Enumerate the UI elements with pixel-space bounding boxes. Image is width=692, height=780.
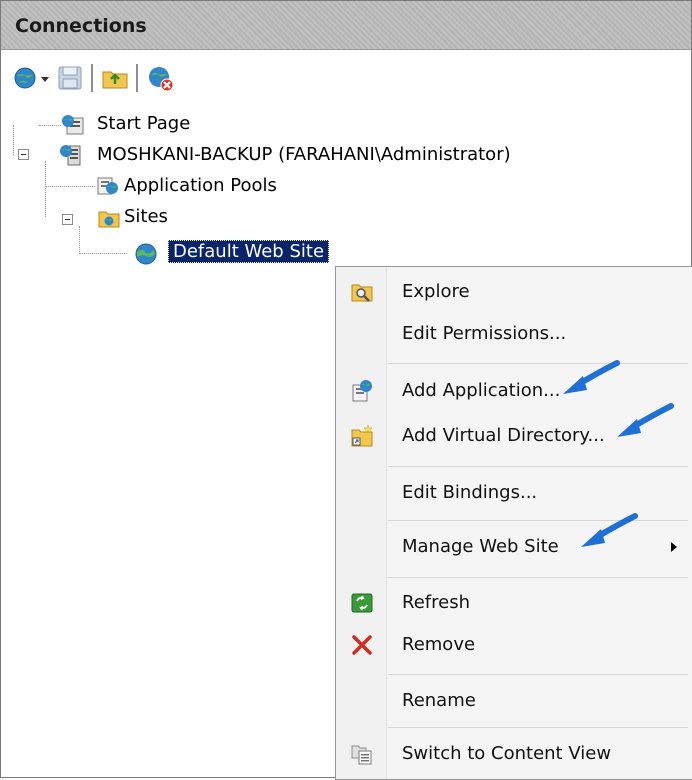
menu-separator xyxy=(388,727,688,728)
menu-item-remove[interactable]: Remove xyxy=(336,624,692,666)
menu-label: Explore xyxy=(402,281,470,302)
menu-label: Add Virtual Directory... xyxy=(402,425,605,446)
menu-separator xyxy=(388,363,688,364)
menu-label: Edit Bindings... xyxy=(402,482,538,503)
server-icon xyxy=(60,145,81,166)
add-application-icon xyxy=(352,380,372,402)
menu-separator xyxy=(388,466,688,467)
collapse-toggle[interactable] xyxy=(62,214,73,225)
sites-folder-icon xyxy=(98,211,120,228)
menu-item-rename[interactable]: Rename xyxy=(336,680,692,722)
connect-globe-icon[interactable] xyxy=(13,64,41,92)
tree-node-start-page[interactable]: Start Page xyxy=(97,113,190,134)
menu-item-refresh[interactable]: Refresh xyxy=(336,582,692,624)
connections-toolbar xyxy=(1,50,691,102)
save-icon[interactable] xyxy=(56,64,84,92)
tree-connector xyxy=(13,125,15,155)
content-view-icon xyxy=(351,745,372,765)
menu-item-explore[interactable]: Explore xyxy=(336,271,692,313)
tree-node-sites[interactable]: Sites xyxy=(124,206,168,227)
connections-tree: Start Page MOSHKANI-BACKUP (FARAHANI\Adm… xyxy=(1,101,691,271)
tree-connector xyxy=(79,253,127,254)
globe-icon xyxy=(135,243,157,265)
menu-item-switch-to-content-view[interactable]: Switch to Content View xyxy=(336,733,692,775)
tree-node-default-web-site[interactable]: Default Web Site xyxy=(168,240,330,263)
disconnect-icon[interactable] xyxy=(147,64,175,92)
menu-separator xyxy=(388,674,688,675)
start-page-icon xyxy=(62,115,84,135)
refresh-icon xyxy=(351,593,373,613)
menu-item-edit-bindings[interactable]: Edit Bindings... xyxy=(336,472,692,514)
application-pools-icon xyxy=(97,177,118,195)
panel-header: Connections xyxy=(1,1,691,50)
toolbar-separator xyxy=(91,64,93,92)
toolbar-separator xyxy=(136,64,138,92)
tree-connector xyxy=(45,161,47,217)
menu-separator xyxy=(388,520,688,521)
menu-label: Switch to Content View xyxy=(402,743,612,764)
menu-separator xyxy=(388,577,688,578)
menu-label: Refresh xyxy=(402,592,470,613)
annotation-arrow-icon xyxy=(581,513,638,547)
menu-label: Remove xyxy=(402,634,476,655)
annotation-arrow-icon xyxy=(563,360,620,394)
tree-connector xyxy=(39,125,61,126)
collapse-toggle[interactable] xyxy=(18,149,29,160)
tree-connector xyxy=(79,226,81,254)
connections-panel: Connections Start Page MOSHKANI-BACKUP (… xyxy=(0,0,692,780)
annotation-arrow-icon xyxy=(617,403,674,437)
menu-label: Add Application... xyxy=(402,380,561,401)
tree-node-application-pools[interactable]: Application Pools xyxy=(124,175,277,196)
submenu-arrow-icon xyxy=(671,542,677,552)
dropdown-arrow-icon[interactable] xyxy=(39,64,51,92)
tree-node-server[interactable]: MOSHKANI-BACKUP (FARAHANI\Administrator) xyxy=(97,144,511,165)
menu-item-edit-permissions[interactable]: Edit Permissions... xyxy=(336,313,692,355)
menu-label: Rename xyxy=(402,690,476,711)
add-virtual-directory-icon xyxy=(351,424,373,447)
folder-up-icon[interactable] xyxy=(101,64,129,92)
tree-connector xyxy=(45,186,95,187)
menu-label: Edit Permissions... xyxy=(402,323,567,344)
explore-icon xyxy=(351,284,373,302)
menu-label: Manage Web Site xyxy=(402,536,559,557)
remove-icon xyxy=(352,635,372,655)
panel-title: Connections xyxy=(15,15,147,37)
